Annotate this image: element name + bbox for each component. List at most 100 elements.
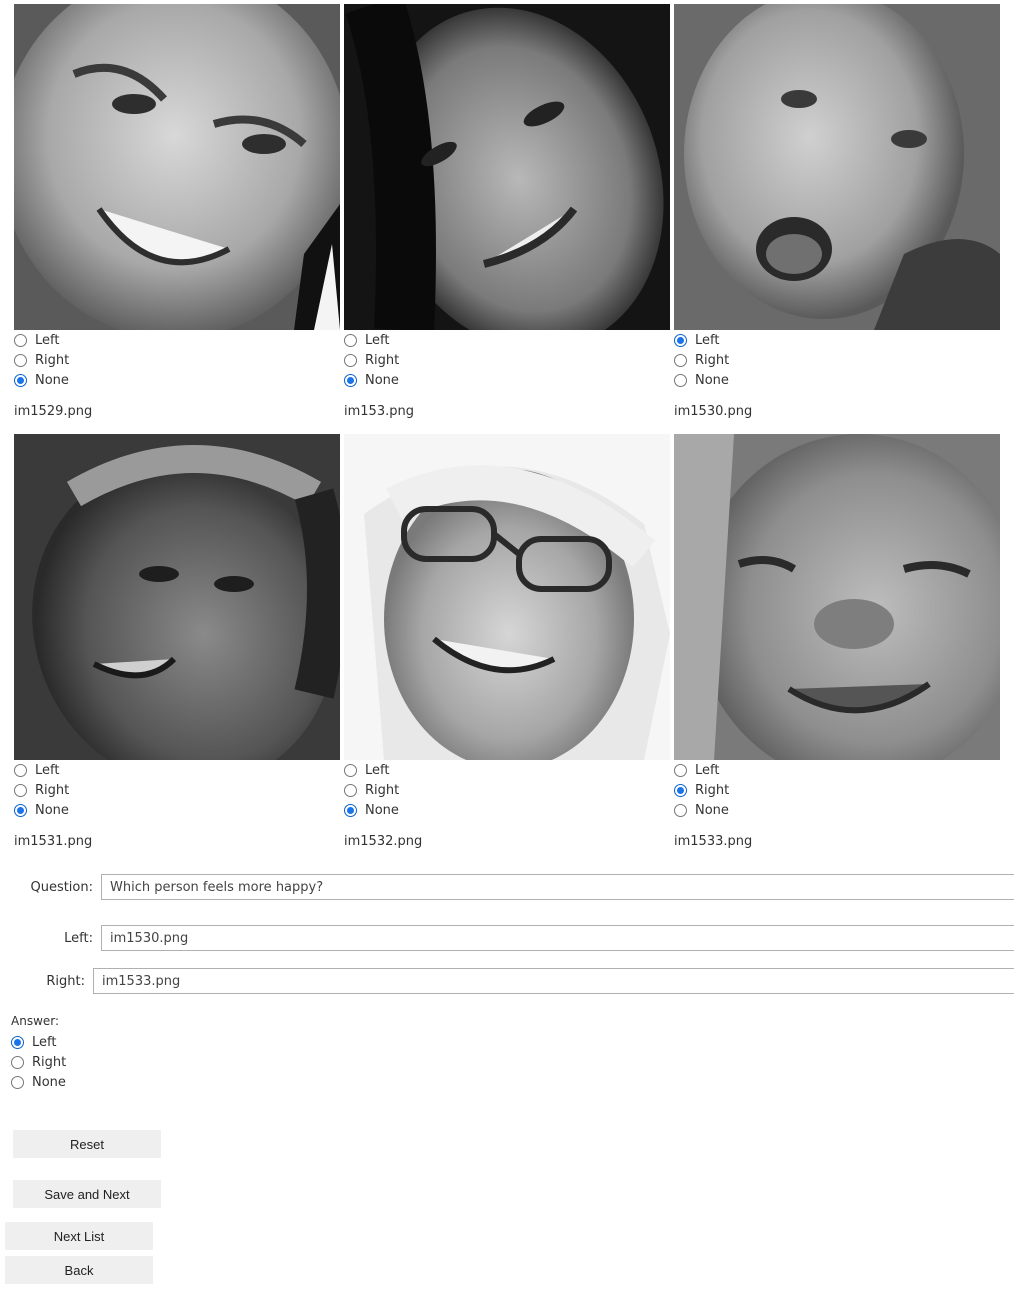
image-filename: im1532.png [344,834,423,849]
radio-button[interactable] [344,803,357,817]
radio-label: Right [365,782,400,798]
image-choice-radio-group: Left Right None [674,760,1000,820]
left-label: Left: [64,930,93,946]
radio-button[interactable] [14,333,27,347]
radio-label: None [35,372,69,388]
radio-button[interactable] [674,803,687,817]
radio-button[interactable] [674,353,687,367]
answer-title: Answer: [11,1014,60,1028]
radio-button[interactable] [344,373,357,387]
image-card: Left Right None im1529.png [14,4,340,419]
radio-label: Right [695,352,730,368]
answer-option-left[interactable]: Left [11,1032,66,1052]
face-image [674,4,1000,330]
face-image [674,434,1000,760]
radio-option-none[interactable]: None [674,800,1000,820]
question-label: Question: [30,879,93,895]
reset-button[interactable]: Reset [13,1130,161,1158]
radio-button[interactable] [344,763,357,777]
face-image [344,434,670,760]
radio-button[interactable] [11,1075,24,1089]
radio-label: None [35,802,69,818]
radio-label: Left [365,332,390,348]
radio-label: Left [365,762,390,778]
radio-label: Left [35,332,60,348]
image-card: Left Right None im1531.png [14,434,340,849]
radio-button[interactable] [674,783,687,797]
image-card: Left Right None im1532.png [344,434,670,849]
next-list-button[interactable]: Next List [5,1222,153,1250]
radio-label: Left [695,762,720,778]
radio-button[interactable] [344,333,357,347]
face-image [344,4,670,330]
radio-option-right[interactable]: Right [674,780,1000,800]
radio-option-right[interactable]: Right [674,350,1000,370]
radio-label: None [695,802,729,818]
image-filename: im1529.png [14,404,93,419]
question-input[interactable]: Which person feels more happy? [101,874,1014,900]
radio-button[interactable] [674,333,687,347]
radio-button[interactable] [11,1035,24,1049]
radio-option-none[interactable]: None [14,370,340,390]
left-input[interactable]: im1530.png [101,925,1014,951]
radio-option-none[interactable]: None [344,800,670,820]
radio-option-left[interactable]: Left [344,330,670,350]
answer-group: Answer: Left Right None [11,1014,66,1092]
radio-button[interactable] [674,763,687,777]
radio-button[interactable] [344,783,357,797]
radio-button[interactable] [14,763,27,777]
radio-option-left[interactable]: Left [14,330,340,350]
answer-option-none[interactable]: None [11,1072,66,1092]
image-choice-radio-group: Left Right None [14,330,340,390]
radio-label: None [365,802,399,818]
radio-button[interactable] [14,783,27,797]
face-image [14,4,340,330]
image-choice-radio-group: Left Right None [674,330,1000,390]
image-filename: im153.png [344,404,414,419]
image-card: Left Right None im153.png [344,4,670,419]
radio-option-right[interactable]: Right [14,780,340,800]
image-card: Left Right None im1533.png [674,434,1000,849]
radio-label: None [365,372,399,388]
radio-option-none[interactable]: None [14,800,340,820]
radio-option-right[interactable]: Right [344,350,670,370]
radio-label: Left [35,762,60,778]
radio-label: Left [32,1034,57,1050]
radio-button[interactable] [14,373,27,387]
radio-option-left[interactable]: Left [14,760,340,780]
radio-button[interactable] [344,353,357,367]
radio-label: None [32,1074,66,1090]
radio-option-left[interactable]: Left [344,760,670,780]
image-filename: im1533.png [674,834,753,849]
radio-label: Right [32,1054,67,1070]
radio-option-left[interactable]: Left [674,760,1000,780]
radio-label: Right [695,782,730,798]
radio-button[interactable] [674,373,687,387]
image-choice-radio-group: Left Right None [344,760,670,820]
radio-label: Left [695,332,720,348]
image-card: Left Right None im1530.png [674,4,1000,419]
right-label: Right: [46,973,85,989]
image-choice-radio-group: Left Right None [14,760,340,820]
radio-label: None [695,372,729,388]
save-and-next-button[interactable]: Save and Next [13,1180,161,1208]
radio-option-left[interactable]: Left [674,330,1000,350]
image-filename: im1531.png [14,834,93,849]
radio-option-right[interactable]: Right [14,350,340,370]
image-choice-radio-group: Left Right None [344,330,670,390]
radio-label: Right [365,352,400,368]
radio-button[interactable] [11,1055,24,1069]
radio-option-right[interactable]: Right [344,780,670,800]
right-row: Right: im1533.png [0,968,1014,994]
radio-button[interactable] [14,353,27,367]
back-button[interactable]: Back [5,1256,153,1284]
left-row: Left: im1530.png [0,925,1014,951]
radio-label: Right [35,352,70,368]
question-row: Question: Which person feels more happy? [0,874,1014,900]
answer-option-right[interactable]: Right [11,1052,66,1072]
radio-option-none[interactable]: None [674,370,1000,390]
radio-option-none[interactable]: None [344,370,670,390]
right-input[interactable]: im1533.png [93,968,1014,994]
image-filename: im1530.png [674,404,753,419]
radio-button[interactable] [14,803,27,817]
